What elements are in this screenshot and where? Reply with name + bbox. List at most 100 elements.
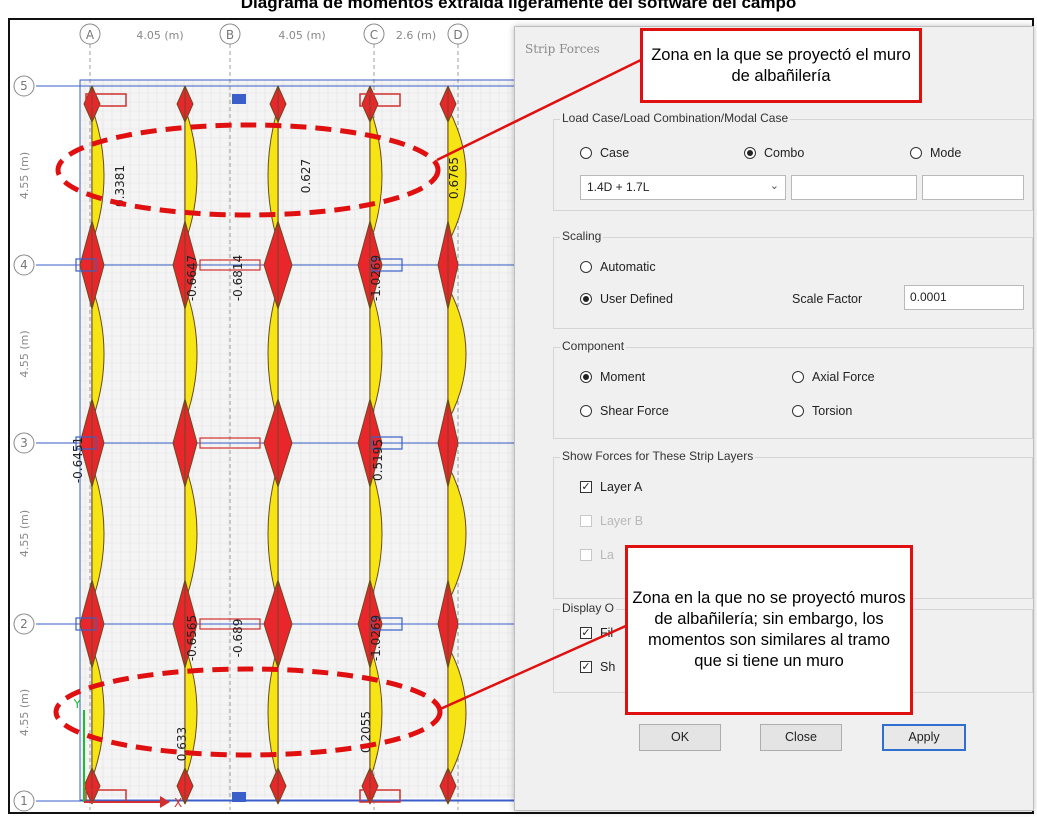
row-spacing-label: 4.55 (m) [18,689,31,736]
checkbox-layer-a[interactable]: ✓ Layer A [580,480,642,494]
moment-value-label: -1.0269 [369,255,383,301]
check-icon[interactable]: ✓ [580,627,592,639]
column-spacing-label: 4.05 (m) [278,29,325,42]
radio-torsion-label: Torsion [812,404,853,418]
moment-value-label: 0.627 [299,159,313,193]
component-group-label: Component [560,339,627,353]
radio-combo-label: Combo [764,146,805,160]
radio-case-label: Case [600,146,630,160]
radio-automatic[interactable]: Automatic [580,260,656,274]
top-zone-callout: Zona en la que se proyectó el muro de al… [640,28,922,103]
radio-shear-force-indicator[interactable] [580,405,592,417]
close-button[interactable]: Close [760,724,842,751]
checkbox-layer-b-box[interactable] [580,515,592,527]
scale-factor-value: 0.0001 [910,290,947,304]
row-axis-label: 3 [20,436,28,450]
moment-value-label: 0.6765 [447,157,461,199]
figure-title: Diagrama de momentos extraída ligerament… [240,0,797,12]
radio-user-defined-label: User Defined [600,292,673,306]
dialog-title: Strip Forces [525,42,600,56]
checkbox-layer-b-label: Layer B [600,514,644,528]
radio-torsion-indicator[interactable] [792,405,804,417]
scale-factor-label: Scale Factor [792,292,862,306]
check-icon[interactable]: ✓ [580,481,592,493]
column-axis-label: D [453,28,462,42]
load-case-group-label: Load Case/Load Combination/Modal Case [560,111,791,125]
radio-combo-indicator[interactable] [744,147,756,159]
scaling-group: Scaling Automatic User Defined Scale Fac… [553,229,1033,329]
checkbox-fill[interactable]: ✓ Fil [580,626,613,640]
y-axis-label: Y [73,697,82,711]
radio-moment-indicator[interactable] [580,371,592,383]
check-icon[interactable]: ✓ [580,661,592,673]
moment-value-label: 0.5195 [371,439,385,481]
checkbox-show-label: Sh [600,660,616,674]
combo-extra-field-1[interactable] [791,175,917,200]
ok-button[interactable]: OK [639,724,721,751]
radio-axial-force[interactable]: Axial Force [792,370,875,384]
moment-value-label: -0.6565 [185,615,199,661]
checkbox-layer-b[interactable]: Layer B [580,514,643,528]
radio-mode-indicator[interactable] [910,147,922,159]
row-axis-label: 5 [20,79,28,93]
column-axis-label: A [86,28,95,42]
radio-automatic-indicator[interactable] [580,261,592,273]
row-axis-label: 4 [20,258,28,272]
radio-mode-label: Mode [930,146,962,160]
moment-value-label: -0.6647 [185,255,199,301]
column-axis-label: B [226,28,234,42]
checkbox-layer-c-label: La [600,548,614,562]
column-marker [232,792,246,802]
radio-case-indicator[interactable] [580,147,592,159]
checkbox-layer-c[interactable]: La [580,548,614,562]
combo-select[interactable]: 1.4D + 1.7L ⌄ [580,175,786,200]
radio-shear-force[interactable]: Shear Force [580,404,669,418]
component-group: Component Moment Axial Force Shear Force… [553,339,1033,439]
row-axis-label: 2 [20,617,28,631]
moment-plan-view: A B C D 4.05 (m) 4.05 (m) 2.6 (m) 5 4 3 2 1 4.55 (m)… [13,23,521,812]
scaling-group-label: Scaling [560,229,604,243]
radio-moment[interactable]: Moment [580,370,645,384]
radio-shear-force-label: Shear Force [600,404,669,418]
radio-torsion[interactable]: Torsion [792,404,852,418]
column-marker [232,94,246,104]
moment-value-label: -1.0269 [369,615,383,661]
combo-select-value: 1.4D + 1.7L [587,180,650,194]
display-options-group-label: Display O [560,601,617,615]
chevron-down-icon: ⌄ [769,180,779,192]
column-axis-label: C [370,28,378,42]
radio-automatic-label: Automatic [600,260,656,274]
moment-value-label: 0.3381 [113,165,127,207]
load-case-group: Load Case/Load Combination/Modal Case Ca… [553,111,1033,211]
radio-user-defined-indicator[interactable] [580,293,592,305]
row-spacing-label: 4.55 (m) [18,152,31,199]
moment-value-label: -0.689 [231,619,245,658]
moment-value-label: -0.6814 [231,255,245,301]
radio-axial-force-label: Axial Force [812,370,875,384]
scale-factor-label-text: Scale Factor [792,292,863,306]
row-spacing-label: 4.55 (m) [18,330,31,377]
strip-layers-group-label: Show Forces for These Strip Layers [560,449,756,463]
radio-user-defined[interactable]: User Defined [580,292,673,306]
row-axis-label: 1 [20,794,28,808]
radio-combo[interactable]: Combo [744,146,804,160]
moment-value-label: 0.2055 [359,711,373,753]
checkbox-show[interactable]: ✓ Sh [580,660,615,674]
column-spacing-label: 2.6 (m) [396,29,436,42]
scale-factor-input[interactable]: 0.0001 [904,285,1024,310]
radio-mode[interactable]: Mode [910,146,961,160]
checkbox-layer-a-label: Layer A [600,480,643,494]
radio-axial-force-indicator[interactable] [792,371,804,383]
checkbox-fill-label: Fil [600,626,614,640]
combo-extra-field-2[interactable] [922,175,1024,200]
column-spacing-label: 4.05 (m) [136,29,183,42]
row-spacing-label: 4.55 (m) [18,510,31,557]
apply-button[interactable]: Apply [882,724,966,751]
bottom-zone-callout: Zona en la que no se proyectó muros de a… [625,545,913,715]
radio-case[interactable]: Case [580,146,629,160]
checkbox-layer-c-box[interactable] [580,549,592,561]
radio-moment-label: Moment [600,370,646,384]
moment-value-label: -0.6451 [71,437,85,483]
moment-value-label: 0.633 [175,727,189,761]
x-axis-label: X [174,796,182,810]
